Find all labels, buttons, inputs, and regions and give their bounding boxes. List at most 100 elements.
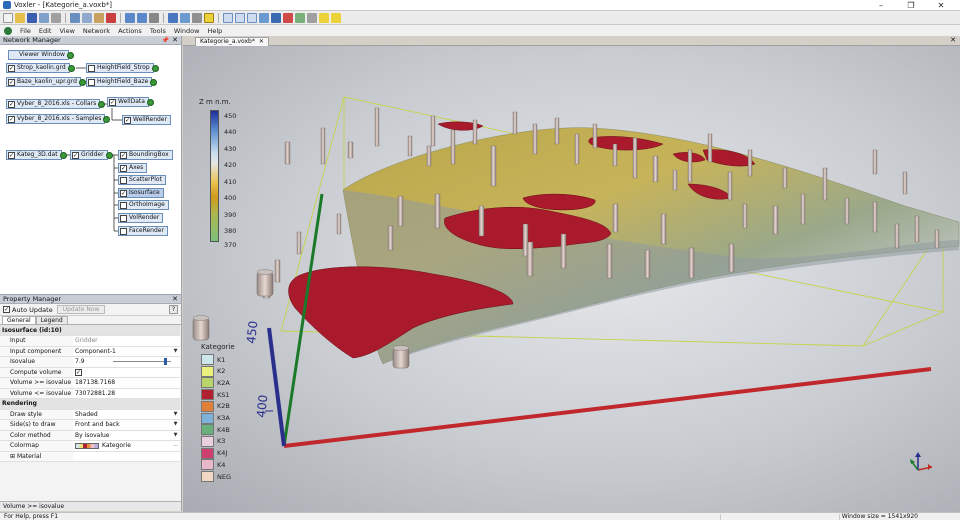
chevron-down-icon[interactable]: ▼	[172, 432, 179, 439]
visibility-checkbox[interactable]: ✓	[109, 99, 116, 106]
close-icon[interactable]: ✕	[950, 36, 956, 44]
port-icon[interactable]	[151, 65, 159, 72]
select-icon[interactable]	[149, 12, 159, 23]
visibility-checkbox[interactable]: ✓	[72, 152, 79, 159]
isovalue-field[interactable]: 7.9	[73, 356, 180, 368]
isovalue-slider-thumb[interactable]	[164, 358, 168, 365]
menu-tools[interactable]: Tools	[150, 27, 166, 35]
network-canvas[interactable]: Viewer Window ✓ Strop_kaolin.grd HeightFi…	[0, 45, 181, 294]
tab-legend[interactable]: Legend	[35, 316, 68, 324]
menu-edit[interactable]: Edit	[39, 27, 52, 35]
auto-update-checkbox[interactable]: ✓	[3, 306, 10, 313]
chevron-down-icon[interactable]: ▼	[172, 421, 179, 428]
paste-icon[interactable]	[94, 12, 104, 23]
network-icon[interactable]	[168, 12, 178, 23]
port-icon[interactable]	[146, 99, 154, 106]
node-orthoimage[interactable]: OrthoImage	[118, 200, 169, 210]
pin-icon[interactable]: 📌	[162, 36, 169, 45]
close-icon[interactable]: ✕	[259, 38, 264, 45]
chevron-down-icon[interactable]: ▼	[172, 348, 179, 355]
node-scatterplot[interactable]: ScatterPlot	[118, 175, 166, 185]
save-icon[interactable]	[27, 12, 37, 23]
colormap-picker[interactable]: Kategorie…	[73, 440, 180, 452]
node-collars[interactable]: ✓ Vyber_8_2016.xls - Collars	[6, 99, 106, 109]
redo-icon[interactable]	[137, 12, 147, 23]
section-rendering[interactable]: Rendering	[0, 398, 180, 410]
port-icon[interactable]	[67, 65, 75, 72]
camera-icon[interactable]	[283, 12, 293, 23]
menu-network[interactable]: Network	[83, 27, 110, 35]
port-icon[interactable]	[66, 52, 74, 59]
highlight-all-icon[interactable]	[331, 12, 341, 23]
menu-window[interactable]: Window	[174, 27, 200, 35]
tab-document[interactable]: Kategorie_a.voxb* ✕	[195, 37, 269, 46]
print-icon[interactable]	[51, 12, 61, 23]
auto-update-toggle[interactable]: ✓ Auto Update	[3, 306, 53, 314]
visibility-checkbox[interactable]	[120, 215, 127, 222]
view-front-icon[interactable]	[223, 12, 233, 23]
isovalue-slider-track[interactable]	[113, 361, 172, 362]
tab-general[interactable]: General	[2, 316, 36, 324]
close-icon[interactable]: ✕	[172, 36, 178, 45]
visibility-checkbox[interactable]: ✓	[8, 65, 15, 72]
node-boundingbox[interactable]: ✓ BoundingBox	[118, 150, 173, 160]
input-component-select[interactable]: Component-1 ▼	[73, 346, 180, 357]
visibility-checkbox[interactable]: ✓	[120, 152, 127, 159]
trackball-icon[interactable]	[180, 12, 190, 23]
chevron-down-icon[interactable]: ▼	[172, 411, 179, 418]
visibility-checkbox[interactable]	[88, 65, 95, 72]
menu-help[interactable]: Help	[207, 27, 222, 35]
visibility-checkbox[interactable]	[88, 79, 95, 86]
visibility-checkbox[interactable]: ✓	[120, 190, 127, 197]
ellipsis-icon[interactable]: …	[172, 442, 179, 449]
visibility-checkbox[interactable]: ✓	[8, 79, 15, 86]
visibility-checkbox[interactable]: ✓	[120, 165, 127, 172]
node-facerender[interactable]: FaceRender	[118, 226, 168, 236]
visibility-checkbox[interactable]: ✓	[8, 152, 15, 159]
node-viewer-window[interactable]: Viewer Window	[8, 50, 74, 60]
node-welldata[interactable]: ✓ WellData	[107, 97, 154, 107]
update-now-button[interactable]: Update Now	[56, 305, 106, 314]
visibility-checkbox[interactable]: ✓	[8, 101, 15, 108]
minimize-button[interactable]: –	[866, 0, 896, 11]
draw-style-select[interactable]: Shaded ▼	[73, 409, 180, 420]
menu-actions[interactable]: Actions	[118, 27, 142, 35]
maximize-button[interactable]: ❐	[896, 0, 926, 11]
view-top-icon[interactable]	[247, 12, 257, 23]
node-isosurface[interactable]: ✓ Isosurface	[118, 188, 164, 198]
node-kateg-3d[interactable]: ✓ Kateg_3D.dat	[6, 150, 67, 160]
compute-volume-check[interactable]: ✓	[75, 368, 83, 376]
visibility-checkbox[interactable]	[120, 202, 127, 209]
view-side-icon[interactable]	[235, 12, 245, 23]
node-wellrender[interactable]: ✓ WellRender	[122, 115, 171, 125]
node-volrender[interactable]: VolRender	[118, 213, 164, 223]
delete-icon[interactable]	[106, 12, 116, 23]
node-gridder[interactable]: ✓ Gridder	[70, 150, 113, 160]
section-isosurface[interactable]: Isosurface (id:10)	[0, 325, 180, 336]
pick-icon[interactable]	[204, 12, 214, 23]
menu-view[interactable]: View	[59, 27, 74, 35]
zoom-icon[interactable]	[192, 12, 202, 23]
port-icon[interactable]	[105, 152, 113, 159]
open-icon[interactable]	[15, 12, 25, 23]
view-iso-icon[interactable]	[259, 12, 269, 23]
menu-file[interactable]: File	[20, 27, 31, 35]
compute-volume-checkbox[interactable]: ✓	[73, 367, 180, 378]
node-strop-kaolin[interactable]: ✓ Strop_kaolin.grd	[6, 63, 75, 73]
save-as-icon[interactable]	[39, 12, 49, 23]
light-icon[interactable]	[295, 12, 305, 23]
close-button[interactable]: ✕	[926, 0, 956, 11]
fit-view-icon[interactable]	[271, 12, 281, 23]
sides-select[interactable]: Front and back ▼	[73, 419, 180, 431]
close-icon[interactable]: ✕	[172, 295, 178, 304]
node-axes[interactable]: ✓ Axes	[118, 163, 148, 173]
node-samples[interactable]: ✓ Vyber_8_2016.xls - Samples	[6, 114, 111, 124]
cut-icon[interactable]	[70, 12, 80, 23]
visibility-checkbox[interactable]: ✓	[8, 116, 15, 123]
port-icon[interactable]	[59, 152, 67, 159]
node-heightfield-strop[interactable]: HeightField_Strop	[86, 63, 159, 73]
help-button[interactable]: ?	[169, 305, 178, 314]
undo-icon[interactable]	[125, 12, 135, 23]
node-heightfield-baze[interactable]: HeightField_Baze	[86, 77, 158, 87]
node-baze-kaolin[interactable]: ✓ Baze_kaolin_upr.grd	[6, 77, 86, 87]
